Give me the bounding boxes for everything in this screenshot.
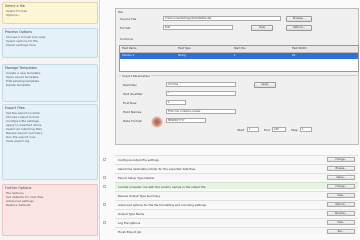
browse-button[interactable]: Browse... xyxy=(286,15,312,22)
row-checkbox[interactable] xyxy=(103,176,106,179)
field-label: Date Format xyxy=(123,119,142,123)
grid-header-cell[interactable]: Start Pos xyxy=(234,47,246,50)
format-select[interactable]: Text xyxy=(163,25,233,30)
row-checkbox[interactable] xyxy=(103,158,106,161)
grid-header-cell[interactable]: Field Name xyxy=(122,47,136,50)
option-button[interactable]: Browse... xyxy=(327,165,355,171)
group-title: Import Parameters xyxy=(121,74,152,78)
grid-cell: 1 xyxy=(234,54,236,57)
option-row: Advanced options for the file formatting… xyxy=(103,200,358,207)
grid-cell: Column 1 xyxy=(122,54,135,57)
option-row: Export Setup Type Details Setup... xyxy=(103,173,358,180)
option-row: Finish Export Job Run... xyxy=(115,227,358,234)
sidebar-link[interactable]: Delete template xyxy=(3,83,97,87)
panel-title: File xyxy=(118,10,124,14)
sidebar-link[interactable]: Options... xyxy=(3,13,97,17)
grid-row-selected[interactable]: Column 1 String 1 20 xyxy=(120,53,358,59)
end-label: End xyxy=(264,128,270,132)
grid-header: Field Name Field Type Start Pos Field Wi… xyxy=(120,46,358,53)
option-button[interactable]: Run... xyxy=(327,228,355,234)
sidebar-link[interactable]: Check settings here xyxy=(3,43,97,47)
sidebar-section-export-files: Export Files Set the export location Cho… xyxy=(2,104,98,180)
option-text: Finish Export Job xyxy=(118,229,142,234)
sidebar-link[interactable]: View export log xyxy=(3,139,97,143)
option-text: Review Output Type Summary xyxy=(118,193,161,198)
sidebar-section-select-file: Select a file Select Format Options... xyxy=(2,2,98,24)
view-button[interactable]: View xyxy=(251,24,273,31)
option-text: Configure output file settings xyxy=(118,157,159,162)
apply-button[interactable]: Apply xyxy=(254,81,276,88)
sidebar: Select a file Select Format Options... P… xyxy=(0,0,100,240)
option-row: Log File Options View... xyxy=(103,218,358,225)
option-text: Advanced options for the file formatting… xyxy=(118,202,206,207)
option-button[interactable]: Change... xyxy=(327,183,355,189)
option-text: Select the destination folder for the ex… xyxy=(118,166,196,171)
source-file-input[interactable]: C:\Documents\Projects\Data\file.dat xyxy=(163,16,281,21)
option-button[interactable]: Options... xyxy=(327,201,355,207)
row-checkbox[interactable] xyxy=(103,221,106,224)
field-label: First Row xyxy=(123,101,137,105)
option-text: Log File Options xyxy=(118,220,141,225)
sidebar-section-manage-templates: Manage Templates Create a new template O… xyxy=(2,64,98,102)
field-label: Field Names xyxy=(123,110,142,114)
option-button[interactable]: View... xyxy=(327,192,355,198)
start-input[interactable]: 1 xyxy=(247,127,259,132)
option-text: Export Setup Type Details xyxy=(118,175,155,180)
row-checkbox[interactable] xyxy=(103,185,106,188)
step-input[interactable]: 1 xyxy=(300,127,312,132)
step-label: Step xyxy=(291,128,298,132)
sidebar-section-process-options: Process Options Choose a format and view… xyxy=(2,28,98,58)
date-format-input[interactable]: MM/DD/YYYY xyxy=(166,118,206,123)
option-text: Output Type Name xyxy=(118,211,145,216)
option-row: Output Type Name Rename... xyxy=(115,209,358,216)
option-text: Include a header row with the column nam… xyxy=(118,184,206,189)
option-button[interactable]: View... xyxy=(327,219,355,225)
grid-header-cell[interactable]: Field Width xyxy=(292,47,306,50)
option-row: Configure output file settings Change... xyxy=(103,155,358,162)
options-button[interactable]: Options... xyxy=(286,24,312,31)
source-file-label: Source File xyxy=(120,17,137,21)
option-button[interactable]: Change... xyxy=(327,156,355,162)
start-label: Start xyxy=(237,128,245,132)
grid-header-cell[interactable]: Field Type xyxy=(178,47,191,50)
format-label: Format xyxy=(120,26,131,30)
row-checkbox[interactable] xyxy=(103,203,106,206)
option-button[interactable]: Setup... xyxy=(327,174,355,180)
first-row-input[interactable]: 1 xyxy=(166,100,186,105)
import-parameters-group: Import Parameters Delimiter Comma Apply … xyxy=(119,74,359,145)
mouse-cursor-highlight xyxy=(151,116,163,128)
grid-cell: 20 xyxy=(292,54,296,57)
sidebar-link[interactable]: Restore defaults xyxy=(3,203,97,207)
option-row-highlighted: Include a header row with the column nam… xyxy=(103,182,358,189)
grid-cell: String xyxy=(178,54,186,57)
text-qualifier-input[interactable]: " xyxy=(166,91,236,96)
end-input[interactable]: 100 xyxy=(272,127,286,132)
delimiter-input[interactable]: Comma xyxy=(166,82,236,87)
columns-grid[interactable]: Field Name Field Type Start Pos Field Wi… xyxy=(119,45,359,72)
option-row: Review Output Type Summary View... xyxy=(115,191,358,198)
grid-label: Columns xyxy=(120,37,134,41)
sidebar-section-further-options: Further Options File Options Set default… xyxy=(2,184,98,236)
field-label: Delimiter xyxy=(123,83,137,87)
field-names-input[interactable]: First row contains names xyxy=(166,109,236,114)
option-row: Select the destination folder for the ex… xyxy=(115,164,358,171)
option-button[interactable]: Rename... xyxy=(327,210,355,216)
field-label: Text Qualifier xyxy=(123,92,143,96)
